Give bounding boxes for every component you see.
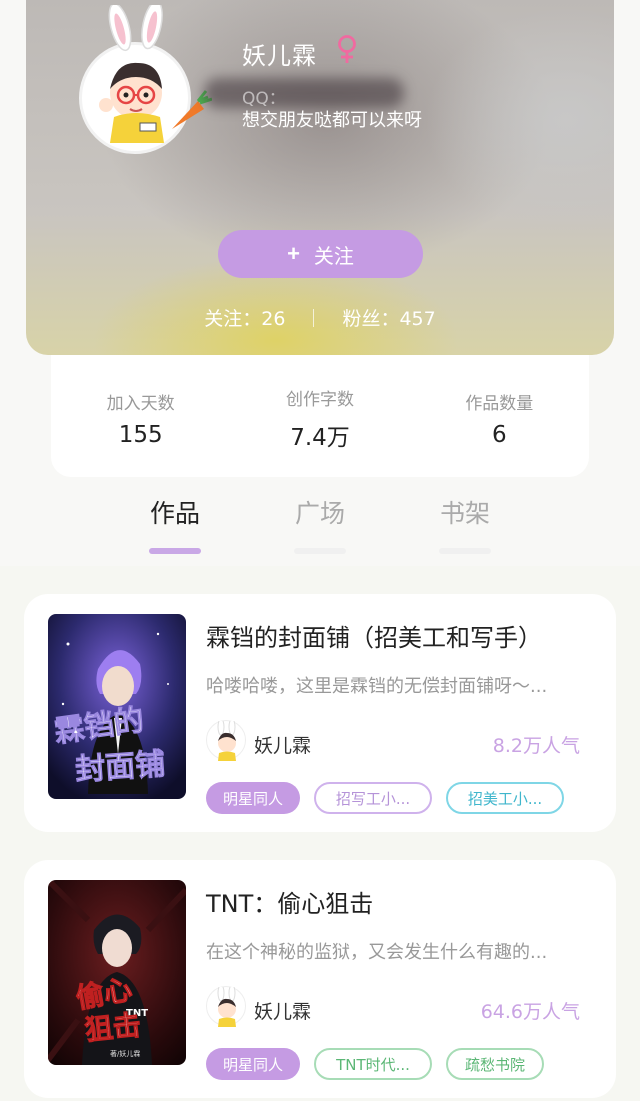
stat-word-count: 创作字数 7.4万: [245, 385, 395, 452]
tab-indicator: [149, 548, 201, 554]
author-avatar-icon: [217, 718, 236, 761]
author-avatar[interactable]: [206, 984, 246, 1027]
tab-label: 广场: [294, 499, 345, 528]
tab-label: 作品: [149, 499, 200, 528]
plus-icon: +: [287, 241, 300, 266]
cover-title-line2: 狙击: [83, 1008, 142, 1047]
follow-button[interactable]: + 关注: [218, 230, 423, 278]
popularity-count: 64.6万人气: [480, 1001, 580, 1023]
popularity-count: 8.2万人气: [492, 735, 580, 757]
tag[interactable]: TNT时代...: [314, 1048, 432, 1080]
user-bio: 想交朋友哒都可以来呀: [242, 110, 422, 131]
book-title[interactable]: TNT：偷心狙击: [206, 884, 373, 919]
book-cover[interactable]: 霖铛的 封面铺: [48, 614, 186, 799]
tag-list: 明星同人 招写工小... 招美工小...: [206, 782, 564, 814]
book-description: 哈喽哈喽，这里是霖铛的无偿封面铺呀～...: [206, 676, 548, 697]
stat-value: 6: [491, 421, 507, 448]
cover-title-line2: 封面铺: [74, 747, 166, 788]
stat-value: 155: [118, 421, 163, 448]
female-gender-icon: [338, 35, 356, 63]
stat-join-days: 加入天数 155: [66, 389, 216, 448]
book-card[interactable]: 霖铛的 封面铺 霖铛的封面铺（招美工和写手） 哈喽哈喽，这里是霖铛的无偿封面铺呀…: [24, 594, 616, 832]
tag[interactable]: 招写工小...: [314, 782, 432, 814]
book-title[interactable]: 霖铛的封面铺（招美工和写手）: [206, 618, 542, 653]
cover-author-credit: 著/妖儿霖: [110, 1049, 140, 1058]
tab-works[interactable]: 作品: [135, 494, 215, 554]
author-name[interactable]: 妖儿霖: [254, 731, 311, 758]
book-cover[interactable]: 偷心 TNT 狙击 著/妖儿霖: [48, 880, 186, 1065]
follow-counts: 关注：26 粉丝：457: [26, 304, 614, 331]
tab-indicator: [294, 548, 346, 554]
stat-value: 7.4万: [290, 424, 350, 451]
author-avatar-icon: [217, 984, 236, 1027]
stat-works-count: 作品数量 6: [424, 389, 574, 448]
tag[interactable]: 招美工小...: [446, 782, 564, 814]
stat-label: 加入天数: [106, 393, 175, 414]
tab-bookshelf[interactable]: 书架: [425, 494, 505, 554]
book-cover-image: 偷心 TNT 狙击 著/妖儿霖: [48, 880, 186, 1065]
tab-label: 书架: [439, 499, 490, 528]
tab-plaza[interactable]: 广场: [280, 494, 360, 554]
tag-list: 明星同人 TNT时代... 疏愁书院: [206, 1048, 544, 1080]
stats-card: 加入天数 155 创作字数 7.4万 作品数量 6: [51, 355, 589, 477]
avatar-illustration-icon: [99, 5, 212, 143]
tag[interactable]: 疏愁书院: [446, 1048, 544, 1080]
fans-count[interactable]: 粉丝：457: [342, 304, 435, 331]
author-avatar[interactable]: [206, 718, 246, 761]
user-name: 妖儿霖: [242, 42, 317, 70]
follow-button-label: 关注: [313, 245, 354, 268]
stat-label: 创作字数: [285, 389, 354, 410]
book-cover-image: 霖铛的 封面铺: [48, 614, 186, 799]
stat-label: 作品数量: [465, 393, 534, 414]
user-avatar[interactable]: [79, 5, 212, 154]
divider: [313, 308, 315, 327]
following-count[interactable]: 关注：26: [204, 304, 285, 331]
book-description: 在这个神秘的监狱，又会发生什么有趣的...: [206, 942, 548, 963]
content-tabs: 作品 广场 书架: [0, 494, 640, 554]
author-name[interactable]: 妖儿霖: [254, 997, 311, 1024]
profile-card: 妖儿霖 QQ： 想交朋友哒都可以来呀 + 关注 关注：26 粉丝：457: [26, 0, 614, 355]
book-card[interactable]: 偷心 TNT 狙击 著/妖儿霖 TNT：偷心狙击 在这个神秘的监狱，又会发生什么…: [24, 860, 616, 1098]
qq-redaction: [204, 78, 404, 108]
tag[interactable]: 明星同人: [206, 782, 300, 814]
tag[interactable]: 明星同人: [206, 1048, 300, 1080]
tab-indicator: [439, 548, 491, 554]
